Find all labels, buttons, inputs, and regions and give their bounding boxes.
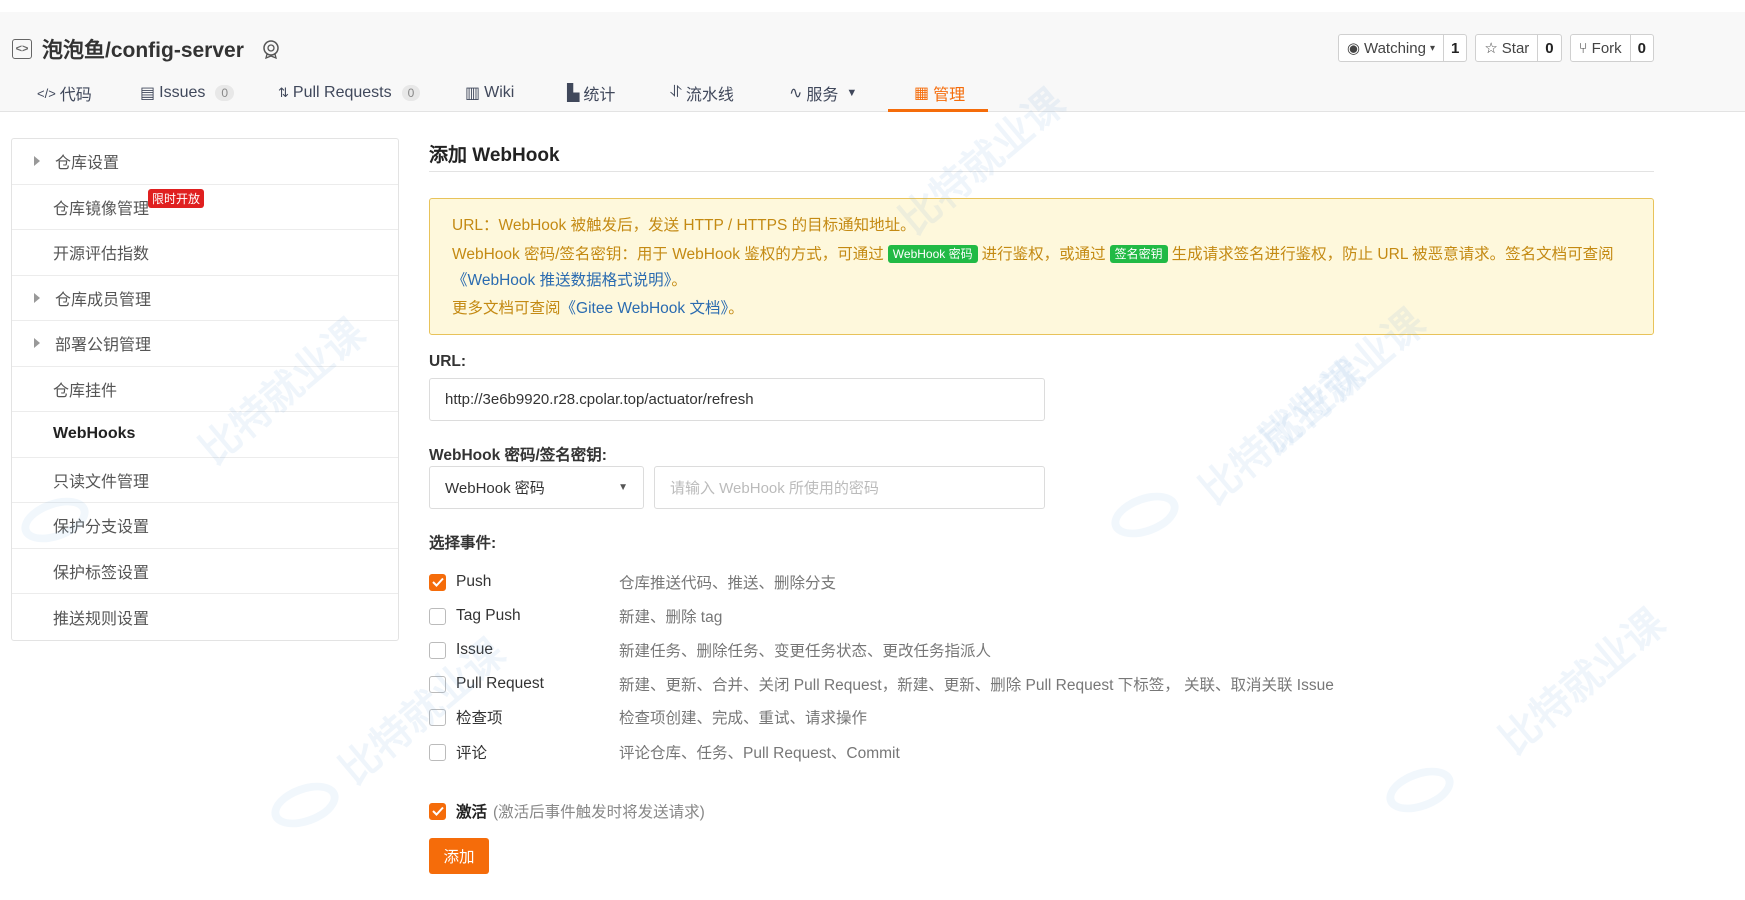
tab-service[interactable]: ∿ 服务 ▼ [789,74,857,112]
tag-push-checkbox[interactable] [429,607,446,625]
event-row-issue[interactable]: Issue 新建任务、删除任务、变更任务状态、更改任务指派人 [429,639,991,661]
star-count[interactable]: 0 [1538,35,1560,61]
sidebar-item-protected-tags[interactable]: 保护标签设置 [12,549,398,594]
event-row-tag-push[interactable]: Tag Push 新建、删除 tag [429,605,722,627]
event-row-push[interactable]: Push 仓库推送代码、推送、删除分支 [429,571,836,593]
signing-key-tag: 签名密钥 [1109,245,1168,263]
pipeline-icon: ⥯ [670,84,682,101]
repository-icon: <> [12,39,32,59]
tab-pull-requests[interactable]: ⇅ Pull Requests 0 [278,74,421,112]
service-icon: ∿ [789,85,803,102]
fork-icon: ⑂ [1578,39,1588,57]
events-label: 选择事件: [429,535,497,552]
top-strip [0,0,1745,12]
event-row-pull-request[interactable]: Pull Request 新建、更新、合并、关闭 Pull Request，新建… [429,673,1334,695]
sidebar-item-mirror[interactable]: 仓库镜像管理 限时开放 [12,185,398,230]
fork-button[interactable]: ⑂ Fork 0 [1569,34,1654,62]
watermark-logo: 比特就业课 [1191,350,1374,514]
repo-title[interactable]: 泡泡鱼/config-server [42,34,244,64]
sidebar-item-deploy-keys[interactable]: 部署公钥管理 [12,321,398,367]
watermark-logo: 比特就业课 [1491,600,1674,764]
watermark-oval [1380,759,1460,821]
sidebar-item-oss-index[interactable]: 开源评估指数 [12,230,398,276]
watermark-oval [265,774,345,836]
event-row-check[interactable]: 检查项 检查项创建、完成、重试、请求操作 [429,706,867,728]
notice-line-secret: WebHook 密码/签名密钥：用于 WebHook 鉴权的方式，可通过 WebH… [452,245,1614,289]
caret-down-icon: ▼ [618,482,628,493]
pull-request-icon: ⇅ [278,85,289,100]
add-webhook-button[interactable]: 添加 [429,838,489,874]
secret-label: WebHook 密码/签名密钥: [429,447,607,464]
gvp-badge-icon[interactable] [260,38,282,60]
repo-header: <> 泡泡鱼/config-server ◉ Watching ▾ 1 ☆ Star … [0,12,1745,112]
star-button[interactable]: ☆ Star 0 [1475,34,1562,62]
caret-down-icon: ▾ [1429,42,1435,54]
star-icon: ☆ [1484,40,1498,57]
manage-icon: ▦ [914,85,930,102]
activate-checkbox[interactable] [429,802,446,820]
limited-time-badge: 限时开放 [148,188,205,208]
webhook-password-tag: WebHook 密码 [887,245,978,263]
activate-row[interactable]: 激活 (激活后事件触发时将发送请求) [429,800,705,822]
activate-hint: (激活后事件触发时将发送请求) [493,804,705,821]
watermark-oval [1105,484,1185,546]
push-data-format-link[interactable]: 《WebHook 推送数据格式说明》 [452,272,671,289]
repo-actions: ◉ Watching ▾ 1 ☆ Star 0 ⑂ Fork 0 [1337,34,1654,62]
tab-wiki[interactable]: ▥ Wiki [465,74,514,112]
notice-line-docs: 更多文档可查阅《Gitee WebHook 文档》。 [452,300,744,317]
tab-code[interactable]: </> 代码 [37,74,92,112]
secret-type-select[interactable]: WebHook 密码 ▼ [429,466,644,509]
pr-count: 0 [401,85,421,101]
wiki-icon: ▥ [465,85,481,102]
watch-count[interactable]: 1 [1444,35,1466,61]
tab-issues[interactable]: ▤ Issues 0 [140,74,235,112]
sidebar-item-webhooks[interactable]: WebHooks [12,412,398,458]
secret-password-input[interactable]: 请输入 WebHook 所使用的密码 [654,466,1045,509]
sidebar-item-push-rules[interactable]: 推送规则设置 [12,594,398,640]
sidebar-item-protected-branches[interactable]: 保护分支设置 [12,503,398,549]
check-checkbox[interactable] [429,708,446,726]
watch-button[interactable]: ◉ Watching ▾ 1 [1337,34,1468,62]
sidebar-item-widgets[interactable]: 仓库挂件 [12,367,398,412]
fork-count[interactable]: 0 [1631,35,1653,61]
url-input[interactable]: http://3e6b9920.r28.cpolar.top/actuator/… [429,378,1045,421]
caret-right-icon [34,156,40,167]
sidebar-item-members[interactable]: 仓库成员管理 [12,276,398,321]
active-tab-indicator [888,109,988,112]
page-title: 添加 WebHook [429,138,1654,172]
event-row-comment[interactable]: 评论 评论仓库、任务、Pull Request、Commit [429,741,900,763]
url-label: URL: [429,353,467,370]
settings-sidebar: 仓库设置 仓库镜像管理 限时开放 开源评估指数 仓库成员管理 部署公钥管理 仓库挂… [11,138,399,641]
sidebar-item-repo-settings[interactable]: 仓库设置 [12,139,398,185]
webhook-form: 添加 WebHook URL：WebHook 被触发后，发送 HTTP / HT… [429,138,1654,874]
comment-checkbox[interactable] [429,743,446,761]
webhook-notice: URL：WebHook 被触发后，发送 HTTP / HTTPS 的目标通知地址… [429,198,1654,335]
tab-manage[interactable]: ▦ 管理 [914,74,965,112]
tab-stats[interactable]: ▙ 统计 [567,74,615,112]
repo-title-area: <> 泡泡鱼/config-server [12,34,282,64]
code-icon: </> [37,85,56,101]
tab-pipeline[interactable]: ⥯ 流水线 [670,74,734,112]
caret-right-icon [34,338,40,349]
stats-icon: ▙ [567,85,580,102]
issues-count: 0 [215,85,235,101]
caret-right-icon [34,292,40,303]
pull-request-checkbox[interactable] [429,675,446,693]
caret-down-icon: ▼ [846,87,858,99]
sidebar-item-readonly-files[interactable]: 只读文件管理 [12,458,398,503]
push-checkbox[interactable] [429,573,446,591]
issues-icon: ▤ [140,85,156,102]
issue-checkbox[interactable] [429,641,446,659]
gitee-webhook-docs-link[interactable]: 《Gitee WebHook 文档》 [561,300,729,317]
activate-label: 激活 [456,804,488,821]
eye-icon: ◉ [1346,40,1360,57]
notice-line-url: URL：WebHook 被触发后，发送 HTTP / HTTPS 的目标通知地址… [452,217,916,234]
